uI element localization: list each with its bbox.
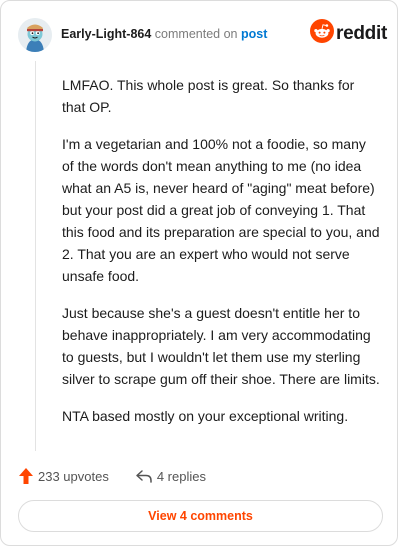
comment-paragraph: LMFAO. This whole post is great. So than… [62,77,355,115]
reply-arrow-icon [135,468,153,484]
view-comments-button[interactable]: View 4 comments [18,500,383,532]
replies-button[interactable]: 4 replies [135,468,206,484]
commented-on-text: commented on [154,27,238,41]
reddit-snoo-icon [310,19,334,48]
reply-count: 4 replies [156,468,206,484]
comment-paragraph: Just because she's a guest doesn't entit… [62,305,380,387]
upvote-arrow-icon [18,467,34,485]
upvote-count: 233 upvotes [38,468,109,484]
comment-paragraph: I'm a vegetarian and 100% not a foodie, … [62,136,380,284]
comment-header: Early-Light-864 commented on post [61,27,267,41]
post-link[interactable]: post [241,27,267,41]
reddit-logo[interactable]: reddit [310,19,387,48]
reddit-wordmark: reddit [336,22,387,44]
username-link[interactable]: Early-Light-864 [61,27,151,41]
user-avatar-icon[interactable] [18,18,52,52]
comment-paragraph: NTA based mostly on your exceptional wri… [62,408,349,424]
thread-line [35,61,36,451]
comment-body: LMFAO. This whole post is great. So than… [62,74,380,442]
comment-actions: 233 upvotes 4 replies [18,466,206,486]
upvote-button[interactable]: 233 upvotes [18,467,109,485]
comment-card: Early-Light-864 commented on post reddit… [0,0,398,546]
